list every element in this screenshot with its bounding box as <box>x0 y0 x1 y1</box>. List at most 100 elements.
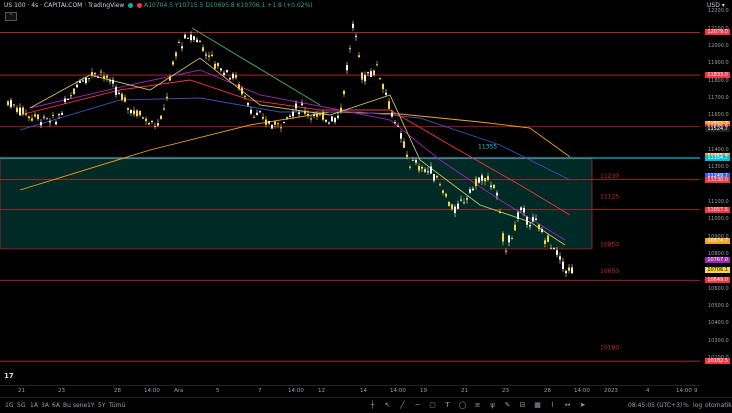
ruler-icon[interactable]: ⊟ <box>518 401 527 410</box>
cursor-icon[interactable]: ↖ <box>383 401 392 410</box>
rectangle-icon[interactable]: ▢ <box>428 401 437 410</box>
candle-body <box>325 119 327 122</box>
calendar-icon[interactable]: ▦ <box>533 401 542 410</box>
tradingview-logo-icon[interactable]: 17 <box>4 372 14 381</box>
candle-body <box>328 122 330 124</box>
candle-body <box>148 123 150 125</box>
candle-body <box>292 111 294 117</box>
candle-body <box>103 75 105 79</box>
symbol-header[interactable]: US 100 · 4s · CAPITALCOM · TradingView A… <box>4 2 313 9</box>
candle-body <box>238 84 240 89</box>
candle-body <box>475 178 477 186</box>
candle-body <box>94 72 96 74</box>
price-axis[interactable]: 12200.012100.012000.011900.011800.011700… <box>700 0 732 385</box>
timeframe-button[interactable]: 1Y <box>87 402 94 409</box>
trend-line-icon[interactable]: ╱ <box>398 401 407 410</box>
candle-body <box>79 81 81 83</box>
price-marker-label: 10767.0 <box>705 256 730 263</box>
symbol-line[interactable]: US 100 · 4s · CAPITALCOM · TradingView <box>4 2 124 9</box>
candle-body <box>85 77 87 84</box>
candle-body <box>178 41 180 43</box>
candle-body <box>217 63 219 67</box>
time-tick-label: 7 <box>258 388 262 394</box>
candle-body <box>343 90 345 95</box>
arrow-icon[interactable]: ➤ <box>578 401 587 410</box>
auto-scale-toggle[interactable]: otomatik <box>705 402 732 409</box>
candle-body <box>403 141 405 148</box>
candle-body <box>397 125 399 127</box>
candle-body <box>454 206 456 213</box>
candle-body <box>139 110 141 116</box>
candle-body <box>511 238 513 240</box>
time-tick-label: 28 <box>114 388 121 394</box>
timeframe-button[interactable]: 1G <box>5 402 13 409</box>
candle-body <box>520 207 522 211</box>
price-chart[interactable]: 11355 11230 11125 10850 10650 10180 <box>0 0 700 385</box>
candle-body <box>388 101 390 109</box>
candle-body <box>73 88 75 95</box>
candle-body <box>289 115 291 117</box>
candle-body <box>190 34 192 41</box>
measure-icon[interactable]: ↔ <box>563 401 572 410</box>
candle-body <box>463 202 465 204</box>
candle-body <box>145 118 147 122</box>
candle-body <box>352 23 354 28</box>
text-icon[interactable]: T <box>443 401 452 410</box>
candle-body <box>472 188 474 191</box>
candle-body <box>184 34 186 39</box>
timeframe-button[interactable]: 1A <box>30 402 38 409</box>
candle-body <box>355 35 357 37</box>
brush-icon[interactable]: ✎ <box>503 401 512 410</box>
candle-body <box>304 110 306 114</box>
time-tick-label: Ara <box>174 388 184 394</box>
candle-body <box>130 109 132 114</box>
fib-icon[interactable]: ≡ <box>473 401 482 410</box>
candle-body <box>544 240 546 244</box>
candle-body <box>25 113 27 115</box>
path-icon[interactable]: ⌇ <box>548 401 557 410</box>
log-toggle[interactable]: log <box>693 402 702 409</box>
candle-body <box>340 107 342 112</box>
candle-body <box>55 121 57 125</box>
candle-body <box>280 127 282 129</box>
candle-body <box>478 177 480 183</box>
timeframe-button[interactable]: Tümü <box>109 402 125 409</box>
candle-body <box>550 247 552 249</box>
candle-body <box>424 169 426 173</box>
candle-body <box>460 199 462 201</box>
candle-body <box>220 68 222 71</box>
chart-plot-area[interactable]: 11355 11230 11125 10850 10650 10180 <box>0 0 700 385</box>
crosshair-icon[interactable]: ┼ <box>368 401 377 410</box>
time-tick-label: 21 <box>461 388 468 394</box>
time-tick-label: 14:00 <box>574 388 590 394</box>
candle-body <box>106 75 108 78</box>
timeframe-button[interactable]: 3A <box>41 402 49 409</box>
clock-readout[interactable]: 08:45:05 (UTC+3) <box>628 402 682 409</box>
collapse-indicators-button[interactable]: ⌃ <box>5 12 17 21</box>
candle-body <box>376 64 378 66</box>
candle-body <box>277 123 279 125</box>
candle-body <box>13 104 15 106</box>
candle-body <box>571 267 573 274</box>
timeframe-button[interactable]: Bu sene <box>63 402 87 409</box>
candle-body <box>31 118 33 121</box>
candle-body <box>373 70 375 75</box>
candle-body <box>391 112 393 117</box>
timeframe-button[interactable]: 5G <box>17 402 25 409</box>
bottom-toolbar: 1G 5G 1A 3A 6A Bu sene 1Y 5Y Tümü ┼ ↖ ╱ ─ ▢ T ◯ ≡ ψ ✎ ⊟ ▦ ⌇ ↔… <box>0 397 732 413</box>
candle-body <box>421 167 423 169</box>
candle-body <box>253 116 255 118</box>
pitchfork-icon[interactable]: ψ <box>488 401 497 410</box>
timeframe-button[interactable]: 6A <box>52 402 60 409</box>
ellipse-icon[interactable]: ◯ <box>458 401 467 410</box>
horizontal-line-icon[interactable]: ─ <box>413 401 422 410</box>
percent-toggle[interactable]: % <box>683 402 689 409</box>
candle-body <box>370 71 372 78</box>
candle-body <box>406 154 408 157</box>
candle-body <box>481 175 483 181</box>
timeframe-button[interactable]: 5Y <box>98 402 105 409</box>
candle-body <box>535 218 537 221</box>
time-tick-label: 14 <box>360 388 367 394</box>
level-annotation-label: 11355 <box>478 143 497 150</box>
candle-body <box>187 37 189 39</box>
